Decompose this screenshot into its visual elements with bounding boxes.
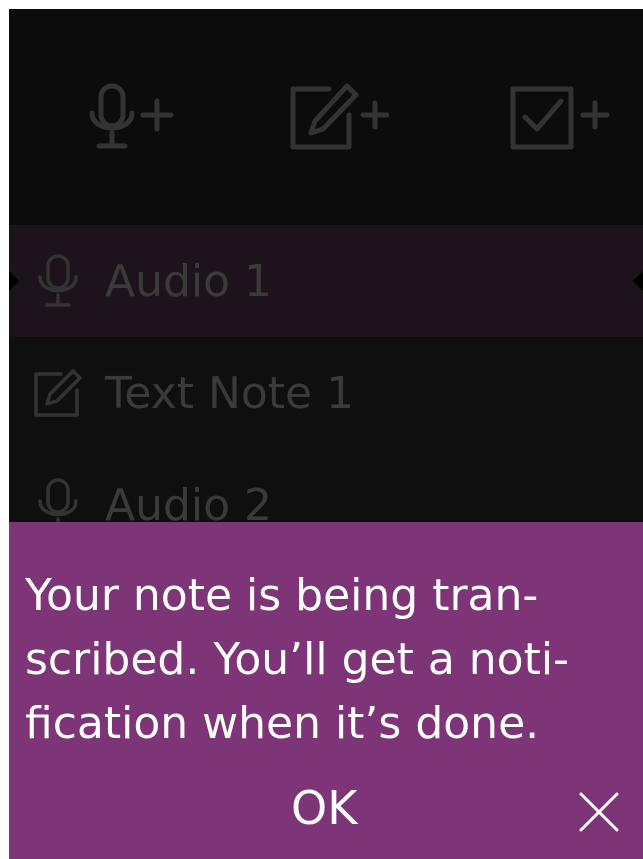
close-icon [579, 792, 619, 832]
edit-plus-icon [290, 83, 389, 150]
add-audio-button[interactable] [87, 83, 187, 153]
transcription-dialog: Your note is being tran- scribed. You’ll… [9, 522, 643, 859]
dialog-message: Your note is being tran- scribed. You’ll… [25, 564, 625, 756]
dialog-message-line: Your note is being tran- [25, 570, 539, 621]
add-checklist-button[interactable] [509, 83, 619, 153]
edit-icon [33, 365, 83, 421]
app-screen: Audio 1 Text Note 1 Audio 2 Your note is… [9, 9, 643, 859]
add-text-note-button[interactable] [289, 83, 389, 153]
selection-arrow-left [9, 271, 19, 291]
ok-button[interactable]: OK [275, 778, 373, 838]
note-toolbar [9, 9, 643, 225]
dialog-message-line: fication when it’s done. [25, 698, 540, 749]
selection-arrow-right [633, 271, 643, 291]
list-item-text-note-1[interactable]: Text Note 1 [9, 337, 643, 449]
checkbox-plus-icon [510, 86, 610, 150]
note-title: Text Note 1 [105, 368, 355, 419]
microphone-icon [33, 253, 83, 309]
close-button[interactable] [575, 788, 623, 836]
note-title: Audio 1 [105, 256, 273, 307]
notes-list: Audio 1 Text Note 1 Audio 2 [9, 225, 643, 561]
list-item-audio-1[interactable]: Audio 1 [9, 225, 643, 337]
dialog-message-line: scribed. You’ll get a noti- [25, 634, 569, 685]
microphone-plus-icon [89, 83, 174, 149]
